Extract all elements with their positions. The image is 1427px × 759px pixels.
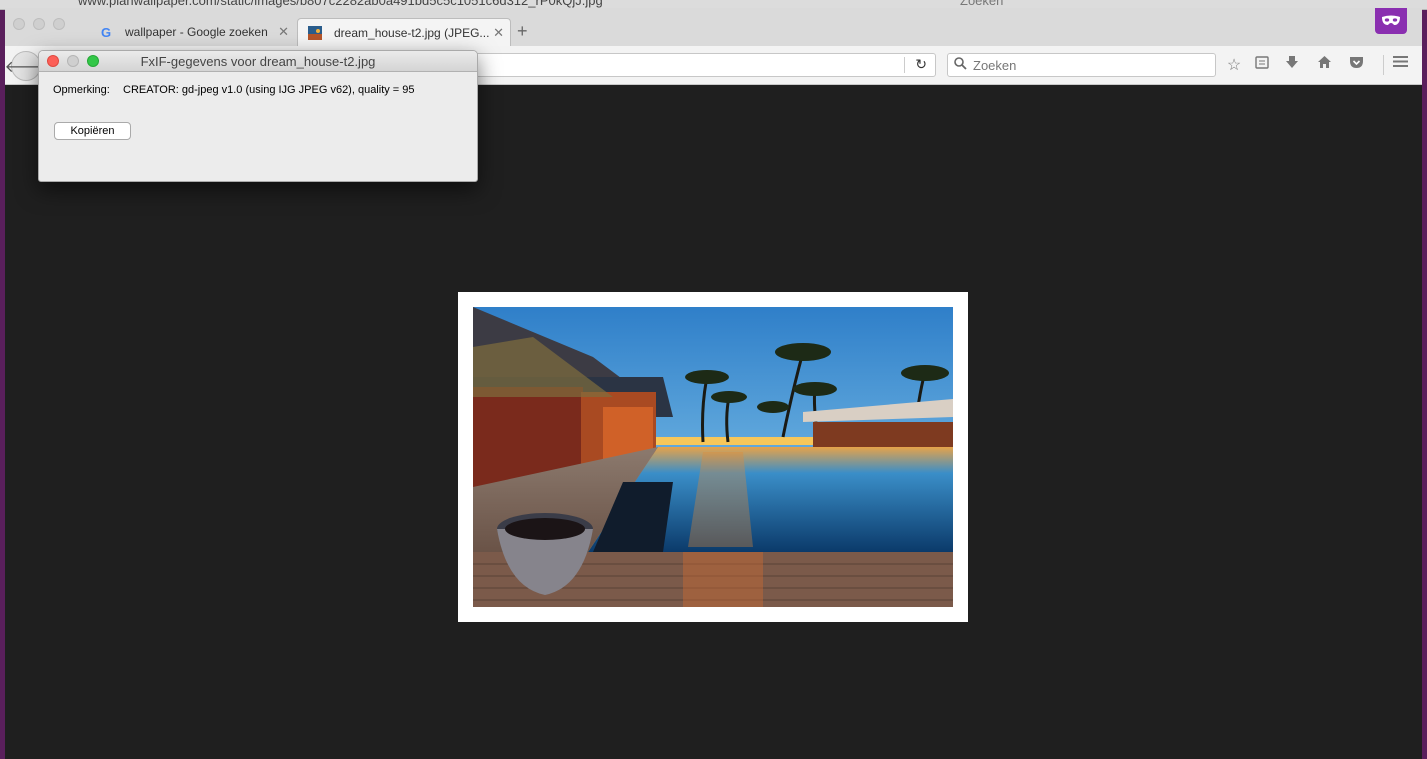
close-tab-icon[interactable]: ✕	[278, 24, 289, 40]
reload-icon[interactable]: ↻	[915, 56, 927, 73]
bookmarks-list-icon[interactable]	[1252, 55, 1272, 74]
background-search: Zoeken	[960, 0, 1004, 8]
google-icon: G	[100, 24, 112, 40]
tab-label: dream_house-t2.jpg (JPEG...	[334, 25, 490, 40]
dialog-title: FxIF-gegevens voor dream_house-t2.jpg	[140, 54, 376, 69]
image-thumbnail-icon	[308, 25, 322, 40]
tab-label: wallpaper - Google zoeken	[125, 25, 268, 39]
dialog-titlebar: FxIF-gegevens voor dream_house-t2.jpg	[39, 51, 477, 72]
pocket-icon[interactable]	[1346, 55, 1366, 74]
private-browsing-mask-icon	[1375, 8, 1407, 34]
search-icon	[954, 57, 967, 73]
dialog-minimize-button[interactable]	[67, 55, 79, 67]
image-viewer-frame	[458, 292, 968, 622]
window-zoom-button[interactable]	[53, 18, 65, 30]
dialog-zoom-button[interactable]	[87, 55, 99, 67]
close-tab-icon[interactable]: ✕	[493, 25, 504, 41]
comment-row: Opmerking: CREATOR: gd-jpeg v1.0 (using …	[53, 84, 415, 96]
comment-value: CREATOR: gd-jpeg v1.0 (using IJG JPEG v6…	[123, 84, 415, 96]
new-tab-icon[interactable]: +	[517, 21, 528, 42]
tab-bar: G wallpaper - Google zoeken ✕ dream_hous…	[5, 8, 1422, 46]
dialog-close-button[interactable]	[47, 55, 59, 67]
bookmark-star-icon[interactable]: ☆	[1224, 55, 1244, 75]
search-placeholder: Zoeken	[973, 57, 1017, 73]
download-icon[interactable]	[1282, 55, 1302, 74]
window-minimize-button[interactable]	[33, 18, 45, 30]
comment-label: Opmerking:	[53, 84, 110, 96]
background-url: www.planwallpaper.com/static/images/b807…	[78, 0, 603, 8]
window-close-button[interactable]	[13, 18, 25, 30]
tab-dream-house-image[interactable]: dream_house-t2.jpg (JPEG... ✕	[297, 18, 511, 46]
dream-house-photo[interactable]	[473, 307, 953, 607]
search-input[interactable]: Zoeken	[947, 53, 1216, 77]
menu-hamburger-icon[interactable]	[1390, 55, 1410, 73]
url-divider	[904, 57, 905, 73]
fxif-dialog: FxIF-gegevens voor dream_house-t2.jpg Op…	[38, 50, 478, 182]
back-button[interactable]: 🡐	[5, 51, 47, 81]
home-icon[interactable]	[1314, 55, 1334, 74]
toolbar-divider	[1383, 55, 1384, 75]
tab-google-search[interactable]: G wallpaper - Google zoeken ✕	[89, 18, 295, 46]
copy-button[interactable]: Kopiëren	[54, 122, 131, 140]
